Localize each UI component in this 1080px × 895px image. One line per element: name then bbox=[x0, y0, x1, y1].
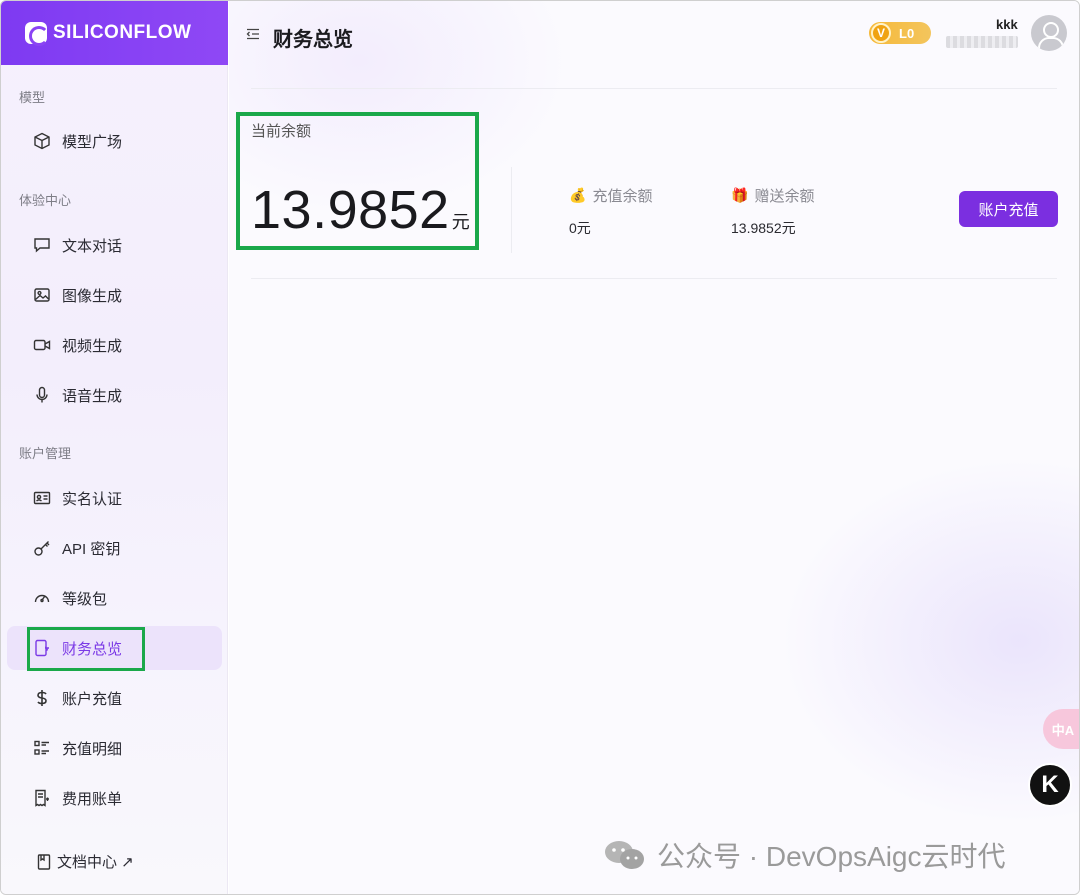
user-id-redacted bbox=[946, 36, 1018, 48]
key-icon bbox=[33, 539, 51, 557]
user-name: kkk bbox=[996, 17, 1018, 32]
page-title: 财务总览 bbox=[273, 29, 353, 51]
sidebar-item-label: 文本对话 bbox=[62, 237, 123, 255]
header-divider bbox=[251, 88, 1057, 89]
highlight-box-sidebar bbox=[27, 627, 145, 671]
highlight-box-balance bbox=[236, 112, 479, 250]
sidebar-item-real-name[interactable]: 实名认证 bbox=[7, 476, 222, 520]
recharge-balance-label: 充值余额 bbox=[592, 188, 653, 205]
section-label-experience: 体验中心 bbox=[19, 193, 72, 208]
card-bottom-divider bbox=[251, 278, 1057, 279]
avatar[interactable] bbox=[1031, 15, 1067, 51]
section-label-account: 账户管理 bbox=[19, 446, 72, 461]
main-content: 财务总览 V L0 kkk 当前余额 13.9852 元 💰 充值余额 0元 🎁 赠送… bbox=[229, 1, 1079, 894]
dollar-icon bbox=[33, 689, 51, 707]
watermark: 公众号 · DevOpsAigc云时代 bbox=[603, 835, 1006, 875]
sidebar-item-voice-gen[interactable]: 语音生成 bbox=[7, 373, 222, 417]
microphone-icon bbox=[33, 386, 51, 404]
sidebar-item-label: 语音生成 bbox=[62, 387, 123, 405]
balance-divider bbox=[511, 167, 512, 253]
list-icon bbox=[33, 739, 51, 757]
siliconflow-logo-icon bbox=[25, 22, 49, 46]
gift-balance-value: 13.9852元 bbox=[731, 220, 796, 236]
gift-balance-label: 赠送余额 bbox=[754, 188, 815, 205]
section-label-models: 模型 bbox=[19, 90, 46, 105]
wechat-icon bbox=[603, 838, 647, 872]
sidebar-item-recharge-details[interactable]: 充值明细 bbox=[7, 726, 222, 770]
app-window: SILICONFLOW 模型 模型广场 体验中心 文本对话 图像生成 视频生成 … bbox=[0, 0, 1080, 895]
top-bar: 财务总览 V L0 kkk bbox=[229, 1, 1079, 71]
recharge-balance: 💰 充值余额 0元 bbox=[569, 185, 652, 238]
sidebar-item-label: 等级包 bbox=[62, 590, 108, 608]
money-bag-icon: 💰 bbox=[569, 187, 587, 203]
level-label: L0 bbox=[899, 25, 915, 41]
docs-center-link[interactable]: 文档中心 ↗ bbox=[37, 851, 134, 872]
sidebar-item-label: 费用账单 bbox=[62, 790, 123, 808]
k-assistant-button[interactable]: K bbox=[1028, 763, 1072, 807]
gift-icon: 🎁 bbox=[731, 187, 749, 203]
sidebar: SILICONFLOW 模型 模型广场 体验中心 文本对话 图像生成 视频生成 … bbox=[1, 1, 228, 894]
cube-icon bbox=[33, 132, 51, 150]
sidebar-item-label: 模型广场 bbox=[62, 133, 123, 151]
docs-center-label: 文档中心 ↗ bbox=[57, 854, 134, 871]
sidebar-item-label: 充值明细 bbox=[62, 740, 123, 758]
level-badge[interactable]: V L0 bbox=[869, 22, 931, 44]
sidebar-item-label: 图像生成 bbox=[62, 287, 123, 305]
video-camera-icon bbox=[33, 336, 51, 354]
vip-icon: V bbox=[871, 23, 891, 43]
sidebar-item-label: 账户充值 bbox=[62, 690, 123, 708]
sidebar-item-video-gen[interactable]: 视频生成 bbox=[7, 323, 222, 367]
sidebar-item-model-square[interactable]: 模型广场 bbox=[7, 119, 222, 163]
sidebar-item-level-package[interactable]: 等级包 bbox=[7, 576, 222, 620]
sidebar-item-api-keys[interactable]: API 密钥 bbox=[7, 526, 222, 570]
watermark-text: 公众号 · DevOpsAigc云时代 bbox=[657, 841, 1006, 872]
sidebar-item-label: API 密钥 bbox=[62, 540, 121, 558]
sidebar-item-billing[interactable]: 费用账单 bbox=[7, 776, 222, 820]
logo-bar[interactable]: SILICONFLOW bbox=[1, 1, 228, 65]
recharge-balance-value: 0元 bbox=[569, 220, 591, 236]
gauge-icon bbox=[33, 589, 51, 607]
sidebar-item-image-gen[interactable]: 图像生成 bbox=[7, 273, 222, 317]
account-recharge-button[interactable]: 账户充值 bbox=[959, 191, 1058, 227]
image-icon bbox=[33, 286, 51, 304]
logo-text: SILICONFLOW bbox=[53, 22, 192, 43]
book-icon bbox=[37, 853, 51, 870]
sidebar-item-label: 视频生成 bbox=[62, 337, 123, 355]
sidebar-item-text-chat[interactable]: 文本对话 bbox=[7, 223, 222, 267]
bill-icon bbox=[33, 789, 51, 807]
chat-bubble-icon bbox=[33, 236, 51, 254]
id-card-icon bbox=[33, 489, 51, 507]
sidebar-item-account-recharge[interactable]: 账户充值 bbox=[7, 676, 222, 720]
translate-button[interactable]: 中A bbox=[1043, 709, 1079, 749]
sidebar-item-label: 实名认证 bbox=[62, 490, 123, 508]
gift-balance: 🎁 赠送余额 13.9852元 bbox=[731, 185, 814, 238]
menu-collapse-icon[interactable] bbox=[245, 26, 261, 42]
